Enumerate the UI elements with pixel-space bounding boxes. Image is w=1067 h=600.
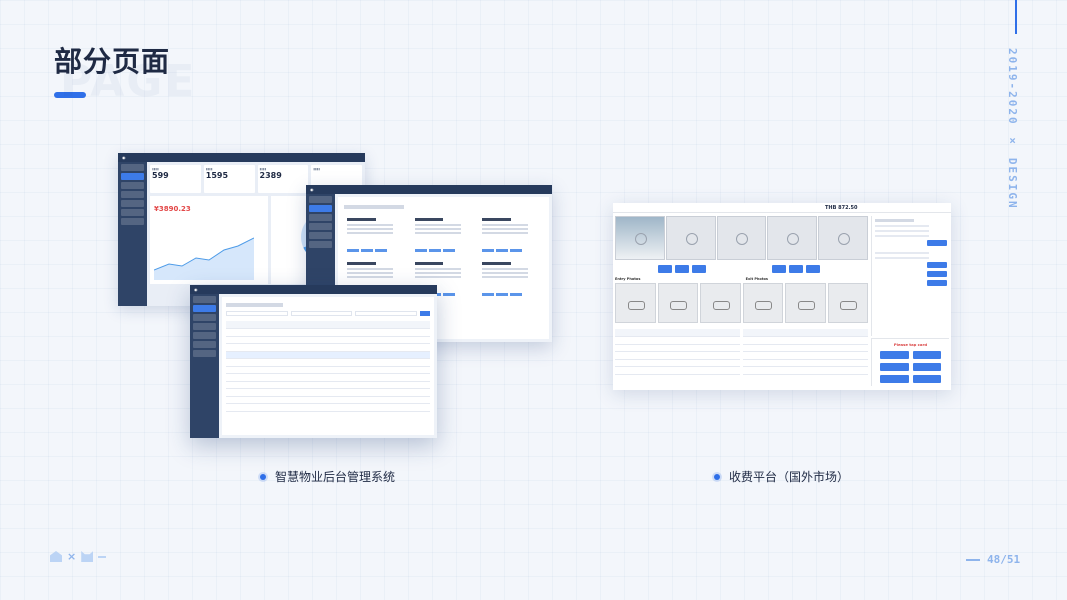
camera-button[interactable] xyxy=(675,265,689,273)
camera-button[interactable] xyxy=(789,265,803,273)
pay-option-button[interactable] xyxy=(912,363,941,371)
screenshot-parking-table: ◉ xyxy=(190,285,437,438)
camera-button[interactable] xyxy=(692,265,706,273)
action-button[interactable] xyxy=(927,271,947,277)
community-card[interactable] xyxy=(479,259,543,299)
top-accent-line xyxy=(1015,0,1017,34)
table-row xyxy=(226,366,430,374)
app-sidebar xyxy=(190,294,219,438)
caption-left: 智慧物业后台管理系统 xyxy=(260,468,395,485)
exit-log-table xyxy=(743,329,868,375)
car-photo xyxy=(700,283,741,323)
camera-button[interactable] xyxy=(658,265,672,273)
vertical-year-label: 2019-2020 × DESIGN xyxy=(1006,48,1019,210)
table-row xyxy=(226,403,430,412)
car-photo xyxy=(615,283,656,323)
exit-photos-label: Exit Photos xyxy=(745,277,768,281)
action-button[interactable] xyxy=(927,280,947,286)
table-row xyxy=(226,336,430,344)
kpi-card: ▮▮▮▮ 1595 xyxy=(203,165,255,193)
community-card[interactable] xyxy=(344,215,408,255)
caption-bullet xyxy=(714,473,720,480)
camera-button[interactable] xyxy=(806,265,820,273)
cross-symbol: × xyxy=(67,550,77,563)
pay-option-button[interactable] xyxy=(912,351,941,359)
app-logo: ◉ xyxy=(310,187,314,192)
camera-feed xyxy=(615,216,665,260)
pay-option-button[interactable] xyxy=(880,375,909,383)
header-amount: THB 872.50 xyxy=(825,205,858,211)
app-logo: ◉ xyxy=(194,287,198,292)
footer-logos: × xyxy=(50,550,107,563)
kpi-card: ▮▮▮▮ 2389 xyxy=(257,165,309,193)
entry-photos-label: Entry Photos xyxy=(615,277,641,281)
camera-feed xyxy=(665,216,716,260)
pay-option-button[interactable] xyxy=(912,375,941,383)
action-button[interactable] xyxy=(927,262,947,268)
table-row xyxy=(226,328,430,337)
app-topbar: ◉ xyxy=(118,153,365,162)
cat-icon xyxy=(81,551,94,562)
camera-button[interactable] xyxy=(772,265,786,273)
app-logo: ◉ xyxy=(122,155,126,160)
app-topbar: ◉ xyxy=(306,185,552,194)
car-photo xyxy=(742,283,783,323)
screenshot-payment-platform: THB 872.50 Entry Photos Exit Photos Plea… xyxy=(613,203,951,390)
table-row xyxy=(226,381,430,389)
table-row xyxy=(226,388,430,397)
camera-feed xyxy=(818,216,868,260)
pay-option-button[interactable] xyxy=(880,363,909,371)
revenue-panel: ¥3890.23 xyxy=(150,196,269,284)
table-row xyxy=(226,373,430,382)
records-table xyxy=(226,321,430,412)
table-row xyxy=(226,358,430,367)
car-photo xyxy=(785,283,826,323)
community-card[interactable] xyxy=(411,215,476,255)
caption-bullet xyxy=(260,473,266,480)
revenue-amount: ¥3890.23 xyxy=(154,205,191,213)
camera-feed xyxy=(767,216,818,260)
table-row xyxy=(226,396,430,404)
table-row xyxy=(226,343,430,352)
dash-mark xyxy=(98,555,107,558)
revenue-area-chart xyxy=(154,237,254,280)
caption-right-text: 收费平台（国外市场） xyxy=(729,470,850,484)
car-photo xyxy=(827,283,868,323)
app-sidebar xyxy=(118,162,147,306)
page-line xyxy=(966,558,980,561)
house-icon xyxy=(50,551,62,562)
entry-log-table xyxy=(615,329,740,375)
community-card[interactable] xyxy=(479,215,543,255)
page-number: 48/51 xyxy=(987,553,1021,566)
app-topbar: ◉ xyxy=(190,285,437,294)
camera-feed xyxy=(716,216,767,260)
open-gate-button[interactable] xyxy=(927,240,947,246)
page-indicator: 48/51 xyxy=(966,553,1020,566)
kpi-card: ▮▮▮▮ 599 xyxy=(150,165,201,193)
table-row xyxy=(226,351,430,359)
page-title: 部分页面 xyxy=(54,45,171,78)
caption-left-text: 智慧物业后台管理系统 xyxy=(275,470,396,484)
caption-right: 收费平台（国外市场） xyxy=(714,468,849,485)
pay-option-button[interactable] xyxy=(880,351,909,359)
car-photo xyxy=(657,283,698,323)
